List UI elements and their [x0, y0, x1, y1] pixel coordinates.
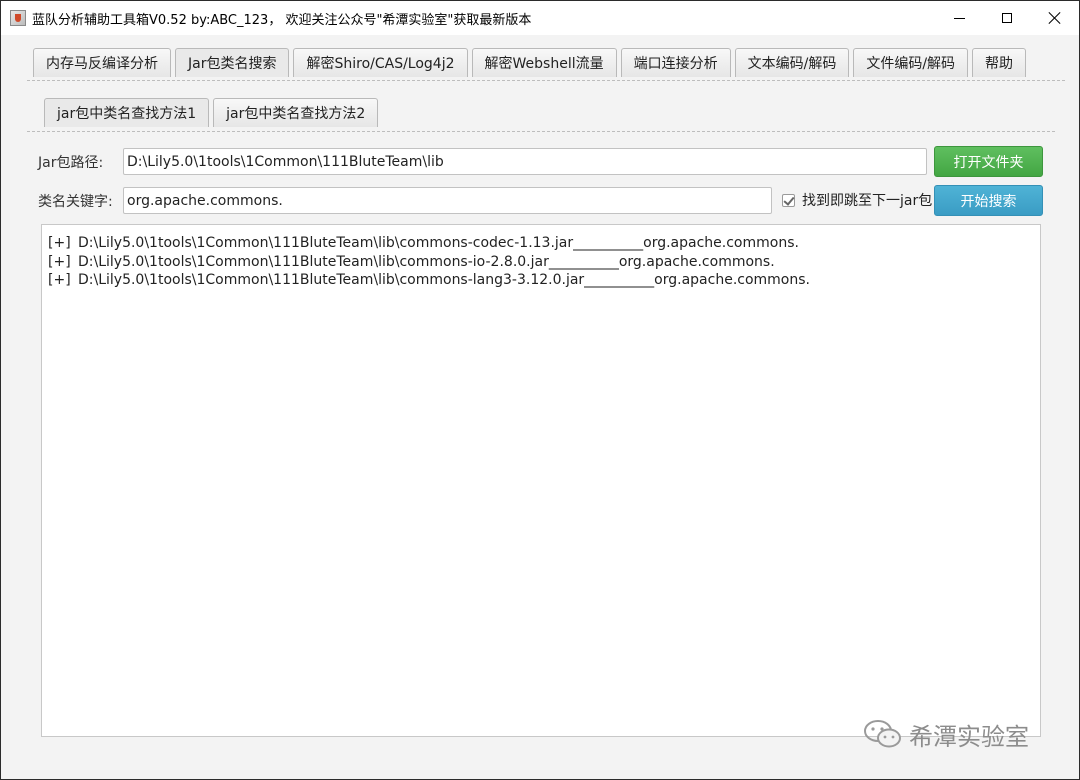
- result-line: [+] D:\Lily5.0\1tools\1Common\111BluteTea…: [42, 271, 1040, 290]
- tab-class-search-method-1[interactable]: jar包中类名查找方法1: [44, 98, 210, 127]
- jump-next-jar-checkbox[interactable]: 找到即跳至下一jar包: [782, 191, 932, 209]
- jar-path-label: Jar包路径:: [38, 155, 104, 171]
- window-title: 蓝队分析辅助工具箱V0.52 by:ABC_123， 欢迎关注公众号"希潭实验室…: [32, 12, 532, 28]
- tab-text-encode-decode[interactable]: 文本编码/解码: [734, 48, 850, 77]
- sub-tab-divider: [27, 131, 1055, 132]
- result-prefix: [+]: [48, 253, 71, 270]
- tab-help[interactable]: 帮助: [972, 48, 1027, 77]
- close-button[interactable]: [1031, 1, 1079, 35]
- jar-path-input[interactable]: D:\Lily5.0\1tools\1Common\111BluteTeam\l…: [123, 148, 927, 175]
- close-icon: [1048, 11, 1062, 25]
- class-keyword-label: 类名关键字:: [38, 194, 113, 210]
- result-line: [+] D:\Lily5.0\1tools\1Common\111BluteTea…: [42, 253, 1040, 272]
- open-folder-button[interactable]: 打开文件夹: [934, 146, 1043, 177]
- maximize-button[interactable]: [983, 1, 1031, 35]
- tab-class-search-method-2[interactable]: jar包中类名查找方法2: [213, 98, 379, 127]
- jump-next-jar-label: 找到即跳至下一jar包: [802, 193, 933, 209]
- window-controls: [935, 1, 1079, 35]
- minimize-button[interactable]: [935, 1, 983, 35]
- tab-port-connection-analysis[interactable]: 端口连接分析: [620, 48, 731, 77]
- tab-file-encode-decode[interactable]: 文件编码/解码: [853, 48, 969, 77]
- tab-memshell-decompile[interactable]: 内存马反编译分析: [33, 48, 171, 77]
- tab-decrypt-webshell-traffic[interactable]: 解密Webshell流量: [471, 48, 617, 77]
- wechat-icon: [863, 719, 903, 749]
- minimize-icon: [953, 17, 965, 19]
- tab-decrypt-shiro-cas-log4j2[interactable]: 解密Shiro/CAS/Log4j2: [293, 48, 468, 77]
- java-app-icon: [10, 10, 26, 26]
- result-text: D:\Lily5.0\1tools\1Common\111BluteTeam\l…: [78, 272, 810, 288]
- main-tab-bar: 内存马反编译分析 Jar包类名搜索 解密Shiro/CAS/Log4j2 解密W…: [33, 48, 1030, 78]
- watermark-text: 希潭实验室: [909, 722, 1029, 751]
- result-text: D:\Lily5.0\1tools\1Common\111BluteTeam\l…: [78, 235, 799, 251]
- app-window: 蓝队分析辅助工具箱V0.52 by:ABC_123， 欢迎关注公众号"希潭实验室…: [0, 0, 1080, 780]
- start-search-button[interactable]: 开始搜索: [934, 185, 1043, 216]
- checkbox-checked-icon[interactable]: [782, 193, 795, 207]
- result-prefix: [+]: [48, 235, 71, 251]
- maximize-icon: [1002, 13, 1012, 23]
- class-keyword-input[interactable]: org.apache.commons.: [123, 187, 772, 214]
- tab-jar-class-search[interactable]: Jar包类名搜索: [175, 48, 290, 77]
- result-text: D:\Lily5.0\1tools\1Common\111BluteTeam\l…: [78, 253, 775, 270]
- results-textarea[interactable]: [+] D:\Lily5.0\1tools\1Common\111BluteTea…: [41, 224, 1041, 737]
- watermark: 希潭实验室: [863, 717, 1029, 751]
- result-prefix: [+]: [48, 272, 71, 288]
- main-tab-divider: [27, 80, 1065, 81]
- title-bar[interactable]: 蓝队分析辅助工具箱V0.52 by:ABC_123， 欢迎关注公众号"希潭实验室…: [1, 1, 1079, 35]
- sub-tab-bar: jar包中类名查找方法1 jar包中类名查找方法2: [44, 98, 382, 128]
- result-line: [+] D:\Lily5.0\1tools\1Common\111BluteTea…: [42, 234, 1040, 253]
